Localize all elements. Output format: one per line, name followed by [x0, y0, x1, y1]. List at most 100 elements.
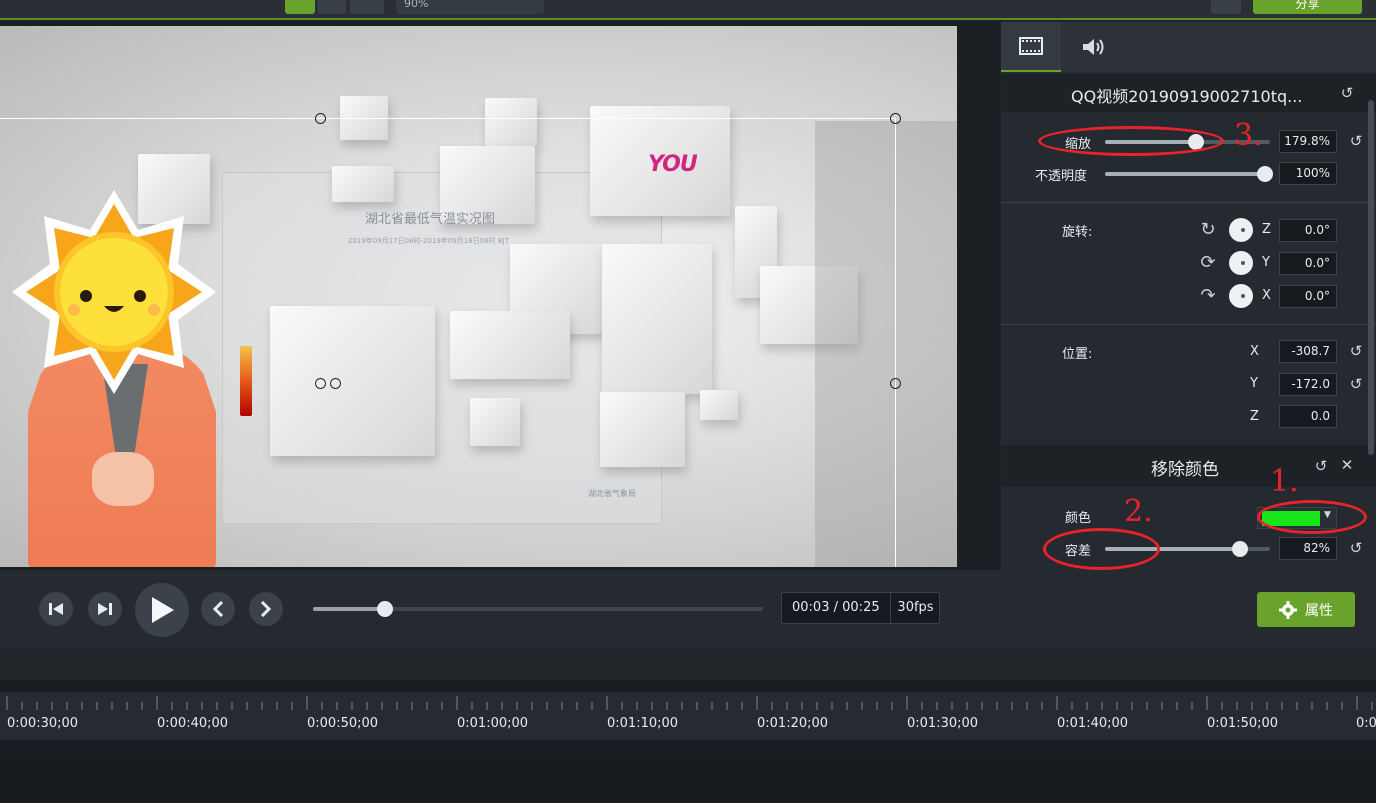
clip-title: QQ视频20190919002710tq... [1071, 87, 1303, 106]
board-credit: 湖北省气象局 [588, 489, 636, 498]
resize-handle-top[interactable] [315, 113, 326, 124]
scale-value-input[interactable]: 179.8% [1279, 130, 1337, 153]
share-menu-dropdown[interactable] [1211, 0, 1241, 14]
video-preview[interactable]: 湖北省最低气温实况图 2019年09月17日08时-2019年09月18日08时… [0, 26, 957, 567]
time-display: 00:03 / 00:25 30fps [781, 592, 940, 624]
rotate-x-icon: ↷ [1200, 285, 1216, 306]
total-time: 00:25 [842, 600, 880, 615]
ruler-tick-label: 0:01:50;00 [1207, 716, 1279, 731]
scrubber-progress [313, 607, 385, 611]
step-back-button[interactable] [39, 592, 73, 626]
tab-audio-properties[interactable] [1063, 22, 1123, 72]
ruler-tick-label: 0:00:40;00 [157, 716, 229, 731]
rotation-y-dial[interactable] [1229, 251, 1253, 275]
presenter-hands [92, 452, 154, 506]
chevron-left-icon [212, 601, 224, 617]
rotation-z-dial[interactable] [1229, 218, 1253, 242]
rotate-y-icon: ⟳ [1200, 252, 1216, 273]
cube-shape [332, 166, 394, 202]
select-tool-button[interactable] [285, 0, 315, 14]
share-button[interactable]: 分享 [1253, 0, 1362, 14]
opacity-slider[interactable] [1105, 166, 1273, 182]
annotation-ring-color [1257, 500, 1367, 534]
properties-panel: QQ视频20190919002710tq... ↺ 缩放 179.8% ↺ 不透… [1001, 22, 1376, 570]
remove-color-title: 移除颜色 [1151, 460, 1219, 480]
canvas-area: 湖北省最低气温实况图 2019年09月17日08时-2019年09月18日08时… [0, 22, 1000, 570]
annotation-ring-tolerance [1043, 528, 1160, 570]
rotate-z-icon: ↻ [1200, 219, 1216, 240]
time-separator: / [833, 600, 838, 615]
position-y-reset-icon[interactable]: ↺ [1348, 376, 1364, 392]
step-back-icon [49, 603, 63, 615]
chevron-right-icon [260, 601, 272, 617]
cube-shape [700, 390, 738, 420]
timeline-track[interactable] [0, 758, 1376, 803]
crop-tool-button[interactable] [350, 0, 384, 14]
selection-frame-right [895, 118, 896, 567]
position-y-axis: Y [1250, 376, 1258, 391]
rotation-z-axis: Z [1262, 222, 1271, 237]
tab-visual-properties[interactable] [1001, 22, 1061, 72]
next-marker-button[interactable] [249, 592, 283, 626]
properties-tabs [1001, 22, 1376, 72]
scrubber-knob[interactable] [377, 601, 393, 617]
timeline-ruler[interactable]: 0:00:30;00 0:00:40;00 0:00:50;00 0:01:00… [0, 692, 1376, 740]
rotation-x-dial[interactable] [1229, 284, 1253, 308]
remove-effect-close-icon[interactable]: ✕ [1339, 457, 1355, 473]
tolerance-value-input[interactable]: 82% [1279, 537, 1337, 560]
scale-reset-icon[interactable]: ↺ [1348, 133, 1364, 149]
top-toolbar: 90% 分享 [0, 0, 1376, 20]
rotation-x-input[interactable]: 0.0° [1279, 285, 1337, 308]
opacity-value-input[interactable]: 100% [1279, 162, 1337, 185]
properties-button[interactable]: 属性 [1257, 592, 1355, 627]
timeline-toolbar [0, 648, 1376, 680]
position-x-reset-icon[interactable]: ↺ [1348, 343, 1364, 359]
remove-color-reset-icon[interactable]: ↺ [1313, 458, 1329, 474]
position-z-input[interactable]: 0.0 [1279, 405, 1337, 428]
resize-handle-top-right[interactable] [890, 113, 901, 124]
resize-handle-right[interactable] [890, 378, 901, 389]
tolerance-slider-knob[interactable] [1232, 541, 1248, 557]
time-readout: 00:03 / 00:25 [792, 593, 880, 623]
share-label: 分享 [1295, 0, 1320, 11]
cube-shape [600, 392, 685, 467]
tolerance-reset-icon[interactable]: ↺ [1348, 540, 1364, 556]
play-button[interactable] [135, 583, 189, 637]
step-forward-button[interactable] [88, 592, 122, 626]
ruler-tick-label: 0:00:30;00 [7, 716, 79, 731]
step-forward-icon [98, 603, 112, 615]
cube-shape [485, 98, 537, 146]
divider [1001, 202, 1376, 203]
position-x-input[interactable]: -308.7 [1279, 340, 1337, 363]
ruler-tick-label: 0:01:20;00 [757, 716, 829, 731]
properties-label: 属性 [1305, 602, 1333, 619]
rotation-y-axis: Y [1262, 255, 1270, 270]
sun-sticker-icon[interactable] [8, 186, 220, 398]
position-x-axis: X [1250, 344, 1259, 359]
cube-shape [602, 244, 712, 394]
play-icon [152, 597, 174, 623]
position-z-axis: Z [1250, 409, 1259, 424]
anchor-handle[interactable] [315, 378, 326, 389]
reset-icon[interactable]: ↺ [1339, 85, 1355, 101]
remove-color-header: 移除颜色 ↺ ✕ [1001, 445, 1376, 487]
rotation-y-input[interactable]: 0.0° [1279, 252, 1337, 275]
gear-icon [1279, 600, 1297, 619]
zoom-dropdown[interactable]: 90% [396, 0, 544, 14]
ruler-tick-label: 0:01:10;00 [607, 716, 679, 731]
you-logo: YOU [648, 152, 698, 177]
annotation-number-2: 2. [1124, 494, 1153, 529]
ruler-tick-label: 0:01:00;00 [457, 716, 529, 731]
anchor-handle[interactable] [330, 378, 341, 389]
properties-scrollbar[interactable] [1368, 100, 1374, 455]
pan-tool-button[interactable] [318, 0, 346, 14]
position-label: 位置: [1062, 347, 1093, 362]
playback-scrubber[interactable] [313, 601, 763, 617]
rotation-z-input[interactable]: 0.0° [1279, 219, 1337, 242]
opacity-slider-knob[interactable] [1257, 166, 1273, 182]
previous-marker-button[interactable] [201, 592, 235, 626]
position-y-input[interactable]: -172.0 [1279, 373, 1337, 396]
opacity-slider-fill [1105, 172, 1265, 176]
playback-controls: 00:03 / 00:25 30fps 属性 [0, 570, 1376, 648]
ruler-tick-label: 0:01:40;00 [1057, 716, 1129, 731]
